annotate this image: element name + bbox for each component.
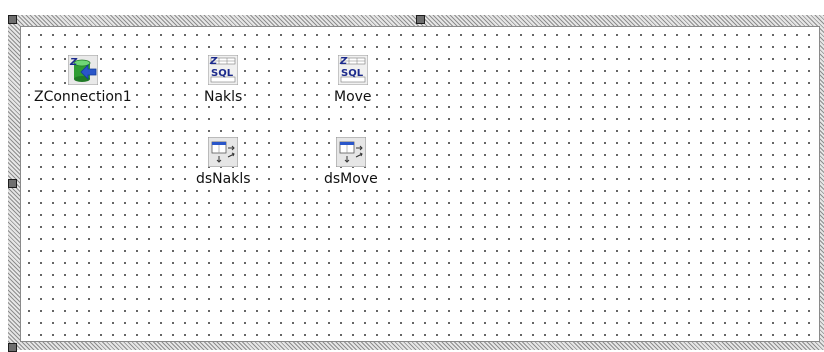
datasource-icon bbox=[208, 137, 239, 167]
svg-text:SQL: SQL bbox=[341, 68, 364, 79]
component-dsmove[interactable]: dsMove bbox=[323, 137, 379, 187]
form-designer-canvas[interactable]: Z ZConnection1 Z SQL Nakls Z SQL Move ds… bbox=[20, 26, 820, 342]
resize-handle-top-center[interactable] bbox=[416, 15, 425, 24]
svg-text:Z: Z bbox=[69, 57, 78, 68]
datasource-icon bbox=[335, 137, 366, 167]
database-connection-icon: Z bbox=[67, 55, 98, 85]
component-label: ZConnection1 bbox=[33, 89, 133, 105]
sql-query-icon: Z SQL bbox=[337, 55, 368, 85]
svg-text:SQL: SQL bbox=[211, 68, 234, 79]
component-label: dsMove bbox=[323, 171, 379, 187]
component-nakls[interactable]: Z SQL Nakls bbox=[203, 55, 244, 105]
component-label: dsNakls bbox=[195, 171, 252, 187]
component-move[interactable]: Z SQL Move bbox=[333, 55, 373, 105]
component-zconnection1[interactable]: Z ZConnection1 bbox=[33, 55, 133, 105]
resize-handle-bottom-left[interactable] bbox=[8, 343, 17, 352]
component-dsnakls[interactable]: dsNakls bbox=[195, 137, 252, 187]
component-label: Move bbox=[333, 89, 373, 105]
svg-text:Z: Z bbox=[339, 56, 348, 67]
svg-text:Z: Z bbox=[209, 56, 218, 67]
resize-handle-top-left[interactable] bbox=[8, 15, 17, 24]
component-label: Nakls bbox=[203, 89, 244, 105]
resize-handle-middle-left[interactable] bbox=[8, 179, 17, 188]
sql-query-icon: Z SQL bbox=[208, 55, 239, 85]
